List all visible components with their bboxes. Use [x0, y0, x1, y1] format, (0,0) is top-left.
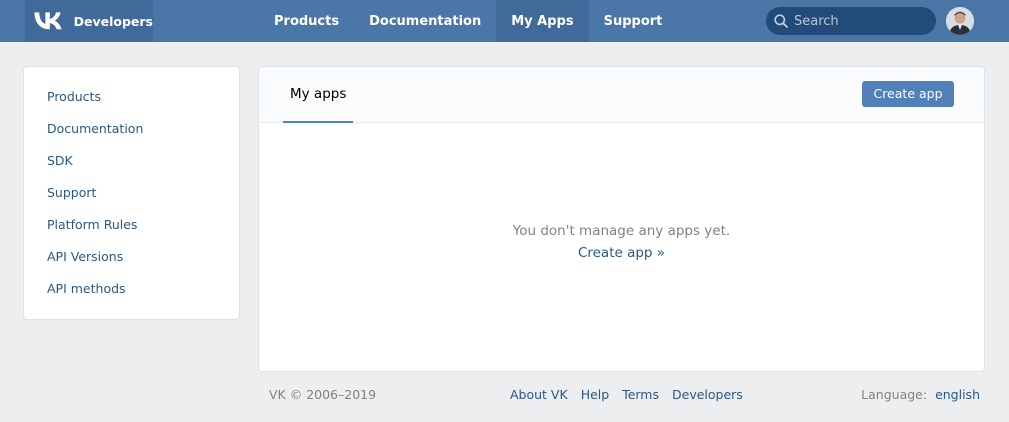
sidebar-item-products[interactable]: Products — [24, 81, 239, 113]
tab-my-apps[interactable]: My apps — [283, 67, 354, 123]
create-app-button[interactable]: Create app — [862, 81, 954, 107]
vk-logo-icon — [34, 12, 62, 30]
language-label: Language: — [861, 387, 928, 402]
nav-documentation[interactable]: Documentation — [354, 0, 496, 42]
empty-state: You don't manage any apps yet. Create ap… — [259, 223, 984, 261]
sidebar-item-api-versions[interactable]: API Versions — [24, 241, 239, 273]
footer-links: About VK Help Terms Developers — [510, 387, 756, 402]
footer-link-help[interactable]: Help — [581, 387, 610, 402]
user-avatar[interactable] — [946, 7, 974, 35]
sidebar-menu: Products Documentation SDK Support Platf… — [23, 66, 240, 320]
search-box[interactable] — [766, 7, 936, 35]
search-icon — [774, 14, 788, 28]
sidebar-item-sdk[interactable]: SDK — [24, 145, 239, 177]
footer-link-about[interactable]: About VK — [510, 387, 568, 402]
sidebar-item-documentation[interactable]: Documentation — [24, 113, 239, 145]
footer-link-terms[interactable]: Terms — [622, 387, 659, 402]
nav-my-apps[interactable]: My Apps — [496, 0, 589, 42]
create-app-link[interactable]: Create app » — [578, 245, 665, 261]
brand-text: Developers — [73, 13, 153, 29]
sidebar-item-support[interactable]: Support — [24, 177, 239, 209]
empty-message: You don't manage any apps yet. — [512, 223, 731, 239]
language-selector: Language: english — [861, 387, 980, 402]
copyright-text: VK © 2006–2019 — [269, 387, 377, 402]
brand-link[interactable]: Developers — [25, 0, 153, 42]
footer-link-developers[interactable]: Developers — [672, 387, 743, 402]
footer: VK © 2006–2019 About VK Help Terms Devel… — [258, 380, 985, 408]
panel-header: My apps Create app — [259, 67, 984, 123]
sidebar-item-platform-rules[interactable]: Platform Rules — [24, 209, 239, 241]
language-value-link[interactable]: english — [935, 387, 980, 402]
search-input[interactable] — [794, 13, 924, 29]
top-nav: Products Documentation My Apps Support — [259, 0, 677, 42]
sidebar-item-api-methods[interactable]: API methods — [24, 273, 239, 305]
nav-support[interactable]: Support — [589, 0, 678, 42]
nav-products[interactable]: Products — [259, 0, 354, 42]
user-avatar-icon — [946, 7, 974, 35]
my-apps-panel: My apps Create app You don't manage any … — [258, 66, 985, 372]
top-header: Developers Products Documentation My App… — [0, 0, 1009, 42]
